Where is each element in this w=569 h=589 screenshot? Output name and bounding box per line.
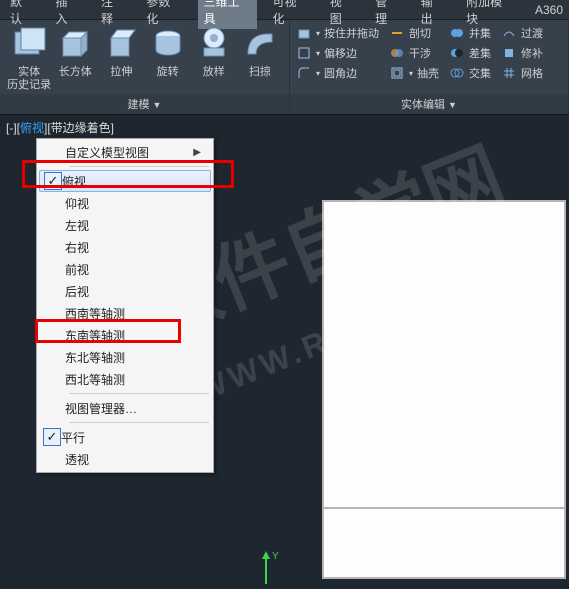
extrude-button[interactable]: 拉伸: [98, 24, 144, 94]
shell-icon: [389, 65, 405, 81]
menu-item-perspective[interactable]: 透视: [39, 448, 211, 470]
submenu-arrow-icon: ▶: [193, 147, 201, 158]
shell-button[interactable]: ▾抽壳: [389, 64, 439, 82]
menu-separator: [69, 166, 209, 167]
dropdown-icon: ▾: [316, 29, 320, 38]
menu-item-front[interactable]: 前视: [39, 258, 211, 280]
menu-item-view-manager[interactable]: 视图管理器…: [39, 397, 211, 419]
mesh-icon: [501, 65, 517, 81]
menu-item-top[interactable]: ✓ 俯视: [39, 170, 211, 192]
slice-icon: [389, 25, 405, 41]
menu-item-sw-iso[interactable]: 西南等轴测: [39, 302, 211, 324]
dropdown-icon: ▾: [316, 49, 320, 58]
presspull-button[interactable]: ▾按住并拖动: [296, 24, 379, 42]
transition-button[interactable]: 过渡: [501, 24, 543, 42]
menu-item-ne-iso[interactable]: 东北等轴测: [39, 346, 211, 368]
viewport-panel[interactable]: [322, 200, 566, 579]
loft-icon: [194, 24, 234, 64]
offset-edge-button[interactable]: ▾偏移边: [296, 44, 379, 62]
box-button[interactable]: 长方体: [52, 24, 98, 94]
chevron-down-icon: ▼: [153, 100, 162, 110]
menu-custom-view[interactable]: 自定义模型视图 ▶: [39, 141, 211, 163]
transition-icon: [501, 25, 517, 41]
menu-item-se-iso[interactable]: 东南等轴测: [39, 324, 211, 346]
viewport-view-name: 俯视: [20, 121, 44, 135]
view-context-menu: 自定义模型视图 ▶ ✓ 俯视 仰视 左视 右视 前视 后视 西南等轴测 东南等轴…: [36, 138, 214, 473]
fillet-edge-icon: [296, 65, 312, 81]
revolve-icon: [148, 24, 188, 64]
menu-separator: [69, 393, 209, 394]
dropdown-icon: ▾: [409, 69, 413, 78]
slice-button[interactable]: 剖切: [389, 24, 439, 42]
group-label-solid-edit[interactable]: 实体编辑▼: [290, 94, 568, 114]
fillet-edge-button[interactable]: ▾圆角边: [296, 64, 379, 82]
subtract-button[interactable]: 差集: [449, 44, 491, 62]
loft-button[interactable]: 放样: [191, 24, 237, 94]
menu-item-back[interactable]: 后视: [39, 280, 211, 302]
union-button[interactable]: 并集: [449, 24, 491, 42]
menu-item-right[interactable]: 右视: [39, 236, 211, 258]
tab-a360[interactable]: A360: [529, 1, 569, 19]
patch-icon: [501, 45, 517, 61]
intersect-icon: [449, 65, 465, 81]
sweep-icon: [240, 24, 280, 64]
intersect-button[interactable]: 交集: [449, 64, 491, 82]
group-label-modeling[interactable]: 建模▼: [0, 94, 289, 114]
menu-item-nw-iso[interactable]: 西北等轴测: [39, 368, 211, 390]
ucs-axis-icon: Y: [258, 549, 298, 589]
mesh-button[interactable]: 网格: [501, 64, 543, 82]
patch-button[interactable]: 修补: [501, 44, 543, 62]
revolve-button[interactable]: 旋转: [145, 24, 191, 94]
interfere-button[interactable]: 干涉: [389, 44, 439, 62]
svg-text:Y: Y: [272, 551, 279, 562]
menu-separator: [69, 422, 209, 423]
menu-tabs: 默认 插入 注释 参数化 三维工具 可视化 视图 管理 输出 附加模块 A360: [0, 0, 569, 20]
ribbon: 实体 历史记录 长方体 拉伸 旋转: [0, 20, 569, 115]
sweep-button[interactable]: 扫掠: [237, 24, 283, 94]
interfere-icon: [389, 45, 405, 61]
union-icon: [449, 25, 465, 41]
viewport-label[interactable]: [-][俯视][带边缘着色]: [0, 115, 569, 140]
menu-item-bottom[interactable]: 仰视: [39, 192, 211, 214]
check-icon: ✓: [44, 172, 62, 190]
extrude-icon: [101, 24, 141, 64]
offset-edge-icon: [296, 45, 312, 61]
chevron-down-icon: ▼: [448, 100, 457, 110]
menu-item-left: 左视: [39, 214, 211, 236]
subtract-icon: [449, 45, 465, 61]
solid-history-button[interactable]: 实体 历史记录: [6, 24, 52, 94]
viewport-divider: [322, 507, 566, 509]
check-icon: ✓: [43, 428, 61, 446]
presspull-icon: [296, 25, 312, 41]
menu-item-parallel[interactable]: ✓ 平行: [39, 426, 211, 448]
dropdown-icon: ▾: [316, 69, 320, 78]
box-icon: [55, 24, 95, 64]
solid-history-icon: [9, 24, 49, 64]
